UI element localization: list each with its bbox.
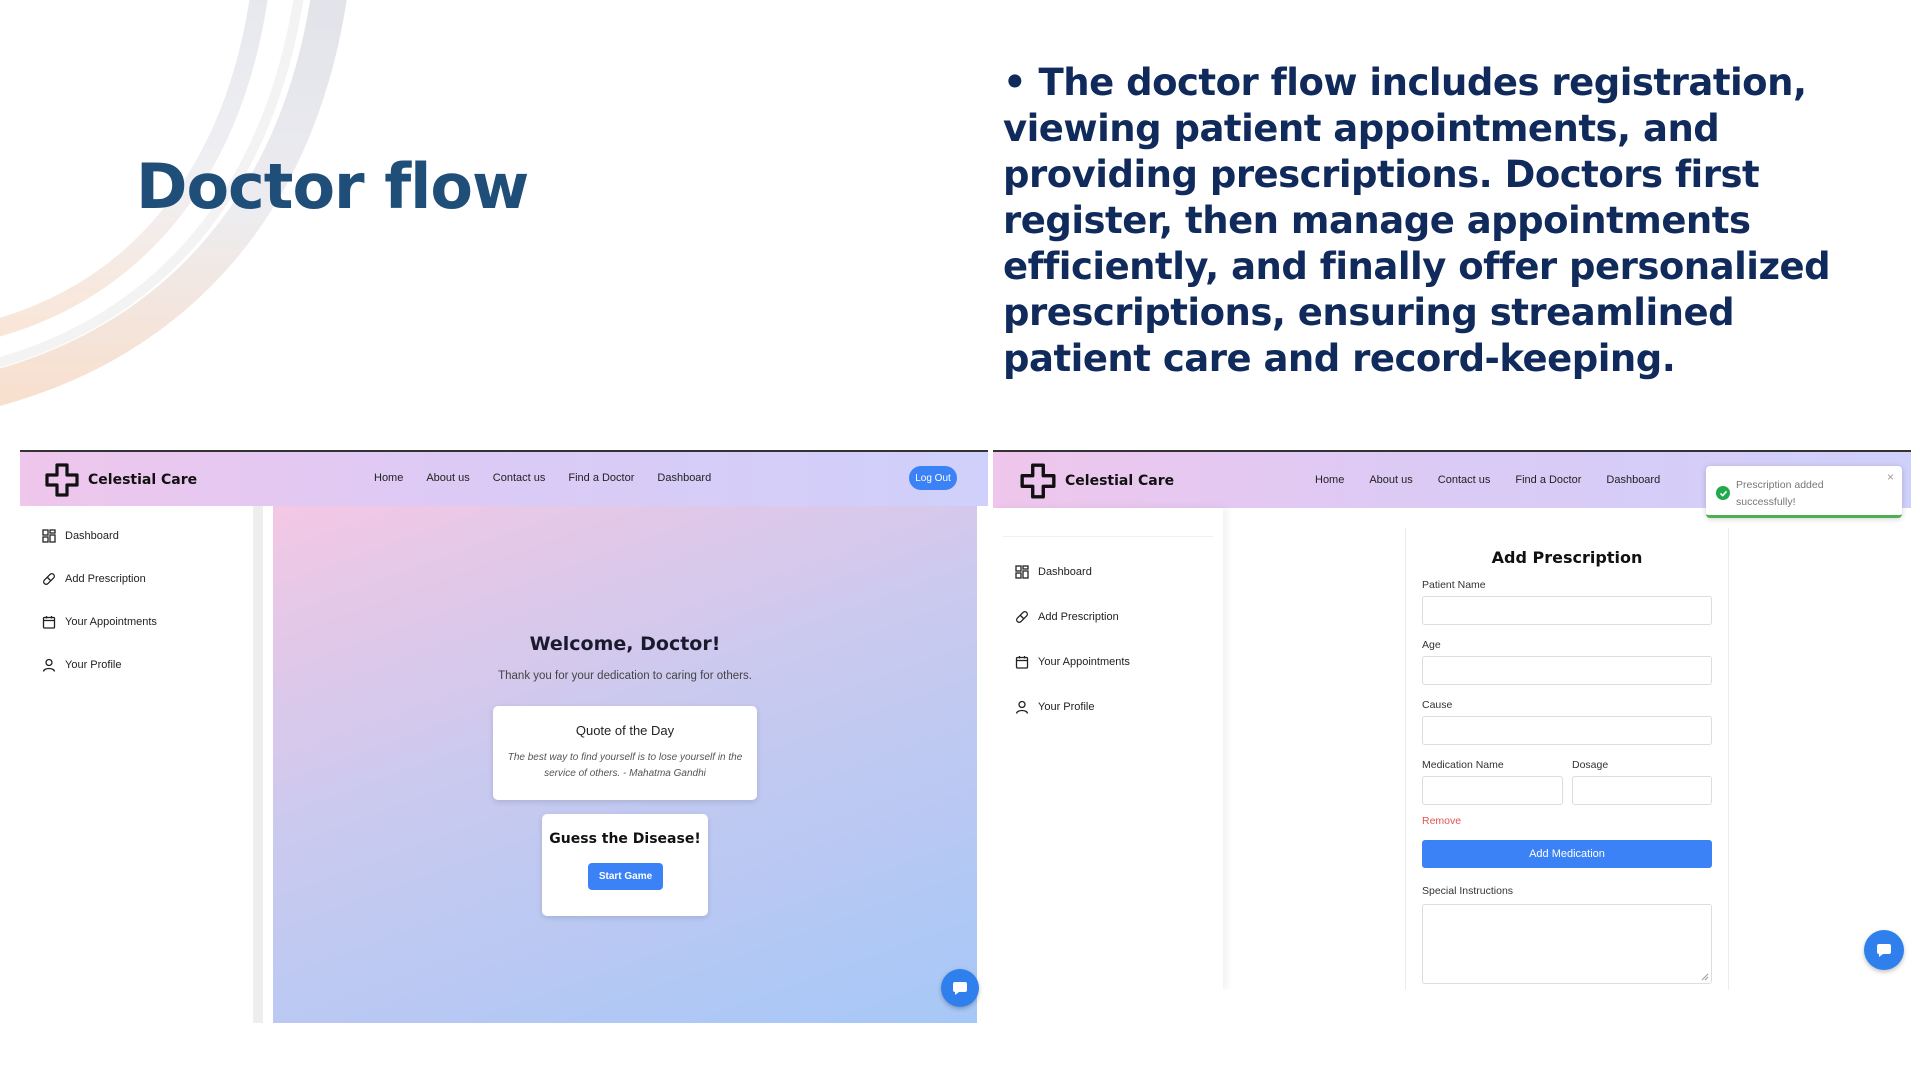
nav-dashboard[interactable]: Dashboard xyxy=(1606,474,1660,486)
top-navbar: Celestial Care Home About us Contact us … xyxy=(20,452,988,506)
grid-icon xyxy=(42,529,56,543)
user-icon xyxy=(1015,700,1029,714)
calendar-icon xyxy=(1015,656,1029,669)
chat-icon xyxy=(953,982,967,995)
welcome-subtext: Thank you for your dedication to caring … xyxy=(498,670,752,682)
brand-logo[interactable]: Celestial Care xyxy=(44,462,197,498)
sidebar-item-label: Dashboard xyxy=(1038,566,1092,578)
sidebar-item-your-appointments[interactable]: Your Appointments xyxy=(1015,655,1130,669)
patient-name-input[interactable] xyxy=(1422,596,1712,625)
sidebar-item-label: Add Prescription xyxy=(1038,611,1119,623)
slide-bullet-text: • The doctor flow includes registration,… xyxy=(1003,61,1831,380)
grid-icon xyxy=(1015,565,1029,579)
logout-button[interactable]: Log Out xyxy=(909,466,957,490)
sidebar-item-your-appointments[interactable]: Your Appointments xyxy=(42,615,157,629)
screenshot-dashboard: Celestial Care Home About us Contact us … xyxy=(20,450,988,1023)
sidebar: Dashboard Add Prescription Your Appointm… xyxy=(993,508,1223,990)
nav-links: Home About us Contact us Find a Doctor D… xyxy=(374,472,711,484)
nav-home[interactable]: Home xyxy=(1315,474,1344,486)
dosage-label: Dosage xyxy=(1572,759,1609,771)
chat-button[interactable] xyxy=(1864,930,1904,970)
remove-medication-link[interactable]: Remove xyxy=(1422,815,1461,827)
brand-name: Celestial Care xyxy=(1065,473,1175,489)
chat-icon xyxy=(1877,944,1891,957)
chat-button[interactable] xyxy=(941,969,979,1007)
add-medication-button[interactable]: Add Medication xyxy=(1422,840,1712,868)
sidebar-item-label: Your Profile xyxy=(65,659,122,671)
resize-handle-icon[interactable] xyxy=(1701,973,1709,981)
sidebar-item-add-prescription[interactable]: Add Prescription xyxy=(42,572,146,586)
sidebar-item-dashboard[interactable]: Dashboard xyxy=(1015,565,1092,579)
sidebar-item-label: Add Prescription xyxy=(65,573,146,585)
sidebar: Dashboard Add Prescription Your Appointm… xyxy=(20,506,263,1023)
game-card: Guess the Disease! Start Game xyxy=(542,814,708,916)
nav-about-us[interactable]: About us xyxy=(426,472,469,484)
medication-name-input[interactable] xyxy=(1422,776,1563,805)
add-prescription-form: Add Prescription Patient Name Age Cause … xyxy=(1405,528,1729,990)
calendar-icon xyxy=(42,616,56,629)
success-toast: Prescription added successfully! × xyxy=(1706,466,1902,518)
dosage-input[interactable] xyxy=(1572,776,1712,805)
start-game-button[interactable]: Start Game xyxy=(588,863,663,890)
nav-find-a-doctor[interactable]: Find a Doctor xyxy=(1515,474,1581,486)
slide-title: Doctor flow xyxy=(136,150,529,223)
sidebar-item-add-prescription[interactable]: Add Prescription xyxy=(1015,610,1119,624)
nav-links: Home About us Contact us Find a Doctor D… xyxy=(1315,474,1660,486)
nav-dashboard[interactable]: Dashboard xyxy=(657,472,711,484)
welcome-heading: Welcome, Doctor! xyxy=(529,633,721,655)
cross-logo-icon xyxy=(45,463,79,497)
game-title: Guess the Disease! xyxy=(549,831,701,847)
brand-name: Celestial Care xyxy=(88,472,198,488)
age-label: Age xyxy=(1422,639,1441,651)
dashboard-main: Welcome, Doctor! Thank you for your dedi… xyxy=(273,506,977,1023)
nav-contact-us[interactable]: Contact us xyxy=(1438,474,1491,486)
quote-card: Quote of the Day The best way to find yo… xyxy=(493,706,757,800)
toast-message: Prescription added successfully! xyxy=(1736,479,1824,508)
user-icon xyxy=(42,658,56,672)
brand-logo[interactable]: Celestial Care xyxy=(1019,462,1174,500)
check-circle-icon xyxy=(1716,486,1730,500)
age-input[interactable] xyxy=(1422,656,1712,685)
nav-home[interactable]: Home xyxy=(374,472,403,484)
cause-input[interactable] xyxy=(1422,716,1712,745)
close-icon[interactable]: × xyxy=(1887,470,1894,484)
special-instructions-textarea[interactable] xyxy=(1422,904,1712,984)
patient-name-label: Patient Name xyxy=(1422,579,1486,591)
nav-find-a-doctor[interactable]: Find a Doctor xyxy=(568,472,634,484)
form-title: Add Prescription xyxy=(1491,548,1643,567)
sidebar-item-your-profile[interactable]: Your Profile xyxy=(42,658,121,672)
sidebar-item-your-profile[interactable]: Your Profile xyxy=(1015,700,1094,714)
cause-label: Cause xyxy=(1422,699,1453,711)
sidebar-item-label: Your Profile xyxy=(1038,701,1095,713)
cross-logo-icon xyxy=(1020,463,1056,499)
nav-about-us[interactable]: About us xyxy=(1369,474,1412,486)
nav-contact-us[interactable]: Contact us xyxy=(493,472,546,484)
special-instructions-label: Special Instructions xyxy=(1422,885,1514,897)
sidebar-item-label: Dashboard xyxy=(65,530,119,542)
pill-icon xyxy=(1016,611,1028,623)
sidebar-item-label: Your Appointments xyxy=(65,616,157,628)
pill-icon xyxy=(43,573,55,585)
medication-name-label: Medication Name xyxy=(1422,759,1504,771)
screenshot-add-prescription: Celestial Care Home About us Contact us … xyxy=(993,450,1911,990)
sidebar-item-dashboard[interactable]: Dashboard xyxy=(42,529,119,543)
quote-title: Quote of the Day xyxy=(575,723,675,738)
sidebar-item-label: Your Appointments xyxy=(1038,656,1130,668)
sidebar-divider xyxy=(1003,536,1213,537)
quote-text: The best way to find yourself is to lose… xyxy=(507,752,743,779)
